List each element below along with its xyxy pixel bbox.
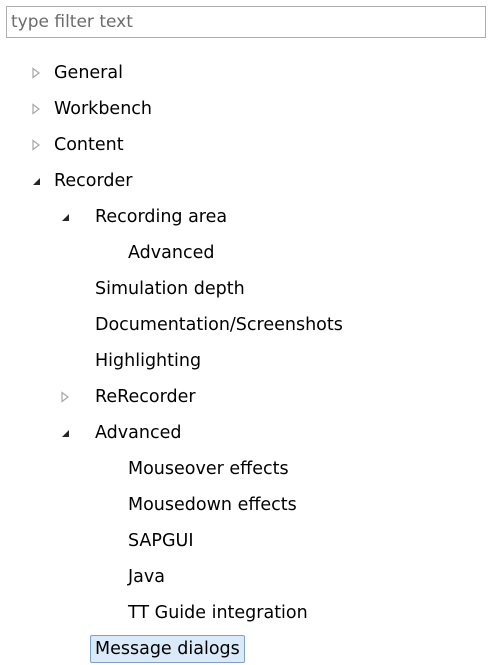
tree-item-mousedown-effects[interactable]: Mousedown effects	[0, 487, 502, 523]
tree-item-label[interactable]: Workbench	[54, 91, 152, 127]
tree-item-rerecorder[interactable]: ReRecorder	[0, 379, 502, 415]
tree-item-workbench[interactable]: Workbench	[0, 91, 502, 127]
tree-item-advanced[interactable]: Advanced	[0, 415, 502, 451]
expand-arrow-icon[interactable]	[28, 91, 44, 127]
tree-item-label[interactable]: General	[54, 55, 123, 91]
expand-arrow-icon[interactable]	[57, 379, 73, 415]
tree-item-label[interactable]: SAPGUI	[128, 523, 194, 559]
tree-item-label[interactable]: Advanced	[128, 235, 214, 271]
tree-item-content[interactable]: Content	[0, 127, 502, 163]
tree-item-label[interactable]: Recorder	[54, 163, 132, 199]
tree-item-label[interactable]: Java	[128, 559, 165, 595]
tree-item-java[interactable]: Java	[0, 559, 502, 595]
tree-item-label[interactable]: Highlighting	[95, 343, 201, 379]
tree-item-label[interactable]: Simulation depth	[95, 271, 245, 307]
tree-item-label[interactable]: Mouseover effects	[128, 451, 289, 487]
tree-item-advanced[interactable]: Advanced	[0, 235, 502, 271]
tree-item-tt-guide-integration[interactable]: TT Guide integration	[0, 595, 502, 631]
tree-item-message-dialogs[interactable]: Message dialogs	[0, 631, 502, 665]
expand-arrow-icon[interactable]	[28, 55, 44, 91]
collapse-arrow-icon[interactable]	[57, 415, 73, 451]
tree-item-label[interactable]: ReRecorder	[95, 379, 196, 415]
tree-item-label[interactable]: Recording area	[95, 199, 227, 235]
expand-arrow-icon[interactable]	[28, 127, 44, 163]
filter-text-input[interactable]	[7, 7, 485, 37]
tree-item-label[interactable]: Content	[54, 127, 124, 163]
filter-box[interactable]	[6, 6, 486, 38]
preferences-tree: General Workbench Content Recorder Recording…	[0, 55, 502, 665]
tree-item-mouseover-effects[interactable]: Mouseover effects	[0, 451, 502, 487]
collapse-arrow-icon[interactable]	[57, 199, 73, 235]
tree-item-general[interactable]: General	[0, 55, 502, 91]
tree-item-label[interactable]: TT Guide integration	[128, 595, 308, 631]
collapse-arrow-icon[interactable]	[28, 163, 44, 199]
tree-item-recording-area[interactable]: Recording area	[0, 199, 502, 235]
tree-item-recorder[interactable]: Recorder	[0, 163, 502, 199]
selected-tree-item-label[interactable]: Message dialogs	[90, 635, 245, 663]
tree-item-label[interactable]: Advanced	[95, 415, 181, 451]
tree-item-sapgui[interactable]: SAPGUI	[0, 523, 502, 559]
tree-item-label[interactable]: Mousedown effects	[128, 487, 297, 523]
tree-item-simulation-depth[interactable]: Simulation depth	[0, 271, 502, 307]
tree-item-highlighting[interactable]: Highlighting	[0, 343, 502, 379]
tree-item-label[interactable]: Documentation/Screenshots	[95, 307, 343, 343]
tree-item-documentation-screenshots[interactable]: Documentation/Screenshots	[0, 307, 502, 343]
